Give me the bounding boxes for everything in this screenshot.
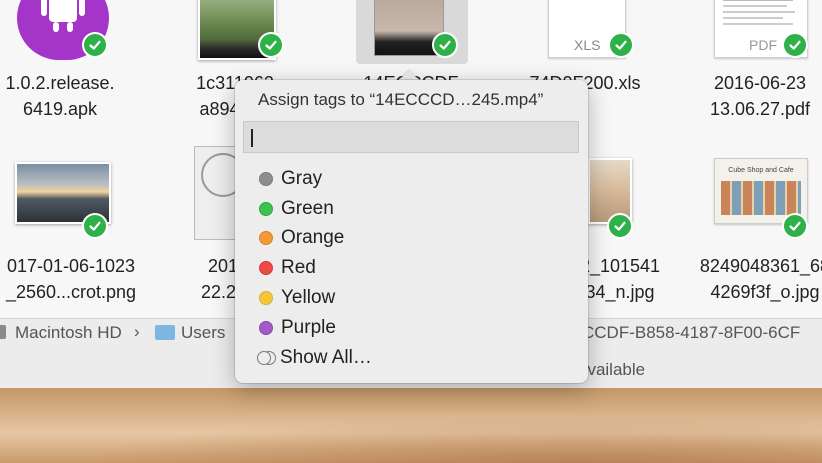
tag-item-gray[interactable]: Gray: [235, 164, 588, 194]
tag-item-yellow[interactable]: Yellow: [235, 283, 588, 313]
file-name: 2016-06-23 13.06.27.pdf: [709, 73, 811, 119]
show-all-tags-item[interactable]: Show All…: [235, 343, 588, 373]
green-tag-check-icon: [608, 32, 634, 58]
tag-label: Orange: [281, 227, 345, 249]
green-tag-check-icon: [258, 32, 284, 58]
file-name: 017-01-06-1023 _2560...crot.png: [5, 256, 137, 302]
tag-label: Purple: [281, 316, 336, 338]
green-dot-icon: [259, 201, 273, 216]
purple-dot-icon: [259, 320, 273, 335]
pdf-label: PDF: [749, 37, 777, 53]
text-caret: [251, 129, 253, 147]
file-name: 8249048361_68 4269f3f_o.jpg: [699, 256, 822, 302]
green-tag-check-icon: [607, 213, 633, 239]
green-tag-check-icon: [782, 32, 808, 58]
tag-list: Gray Green Orange Red Yellow Purple Show…: [235, 164, 588, 373]
tag-label: Red: [281, 257, 316, 279]
desktop-wallpaper: [0, 388, 822, 463]
tag-input[interactable]: [243, 121, 579, 153]
green-tag-check-icon: [82, 32, 108, 58]
yellow-dot-icon: [259, 291, 273, 306]
gray-dot-icon: [259, 171, 273, 186]
tag-label: Gray: [281, 167, 323, 189]
popover-title: Assign tags to “14ECCCD…245.mp4”: [258, 90, 544, 109]
xls-label: XLS: [574, 37, 601, 53]
green-tag-check-icon: [782, 213, 808, 239]
tag-item-purple[interactable]: Purple: [235, 313, 588, 343]
assign-tags-popover: Assign tags to “14ECCCD…245.mp4” Gray Gr…: [235, 80, 588, 383]
hard-disk-icon: [0, 325, 6, 339]
show-all-label: Show All…: [280, 346, 372, 368]
red-dot-icon: [259, 261, 273, 276]
thumbnail-caption: Cube Shop and Cafe: [728, 167, 794, 174]
green-tag-check-icon: [432, 32, 458, 58]
folder-icon: [155, 325, 175, 340]
tag-item-orange[interactable]: Orange: [235, 224, 588, 254]
tag-label: Green: [281, 197, 334, 219]
green-tag-check-icon: [82, 213, 108, 239]
show-all-tags-icon: [257, 350, 277, 365]
path-separator: ›: [134, 322, 140, 341]
path-item-file[interactable]: CCDF-B858-4187-8F00-6CF: [582, 323, 800, 343]
file-name: 1.0.2.release. 6419.apk: [5, 73, 115, 119]
tag-item-green[interactable]: Green: [235, 194, 588, 224]
path-item-users[interactable]: Users: [181, 323, 225, 343]
tag-item-red[interactable]: Red: [235, 253, 588, 283]
orange-dot-icon: [259, 231, 273, 246]
tag-label: Yellow: [281, 287, 336, 309]
status-text: available: [578, 360, 646, 379]
path-item-disk[interactable]: Macintosh HD: [15, 323, 122, 343]
